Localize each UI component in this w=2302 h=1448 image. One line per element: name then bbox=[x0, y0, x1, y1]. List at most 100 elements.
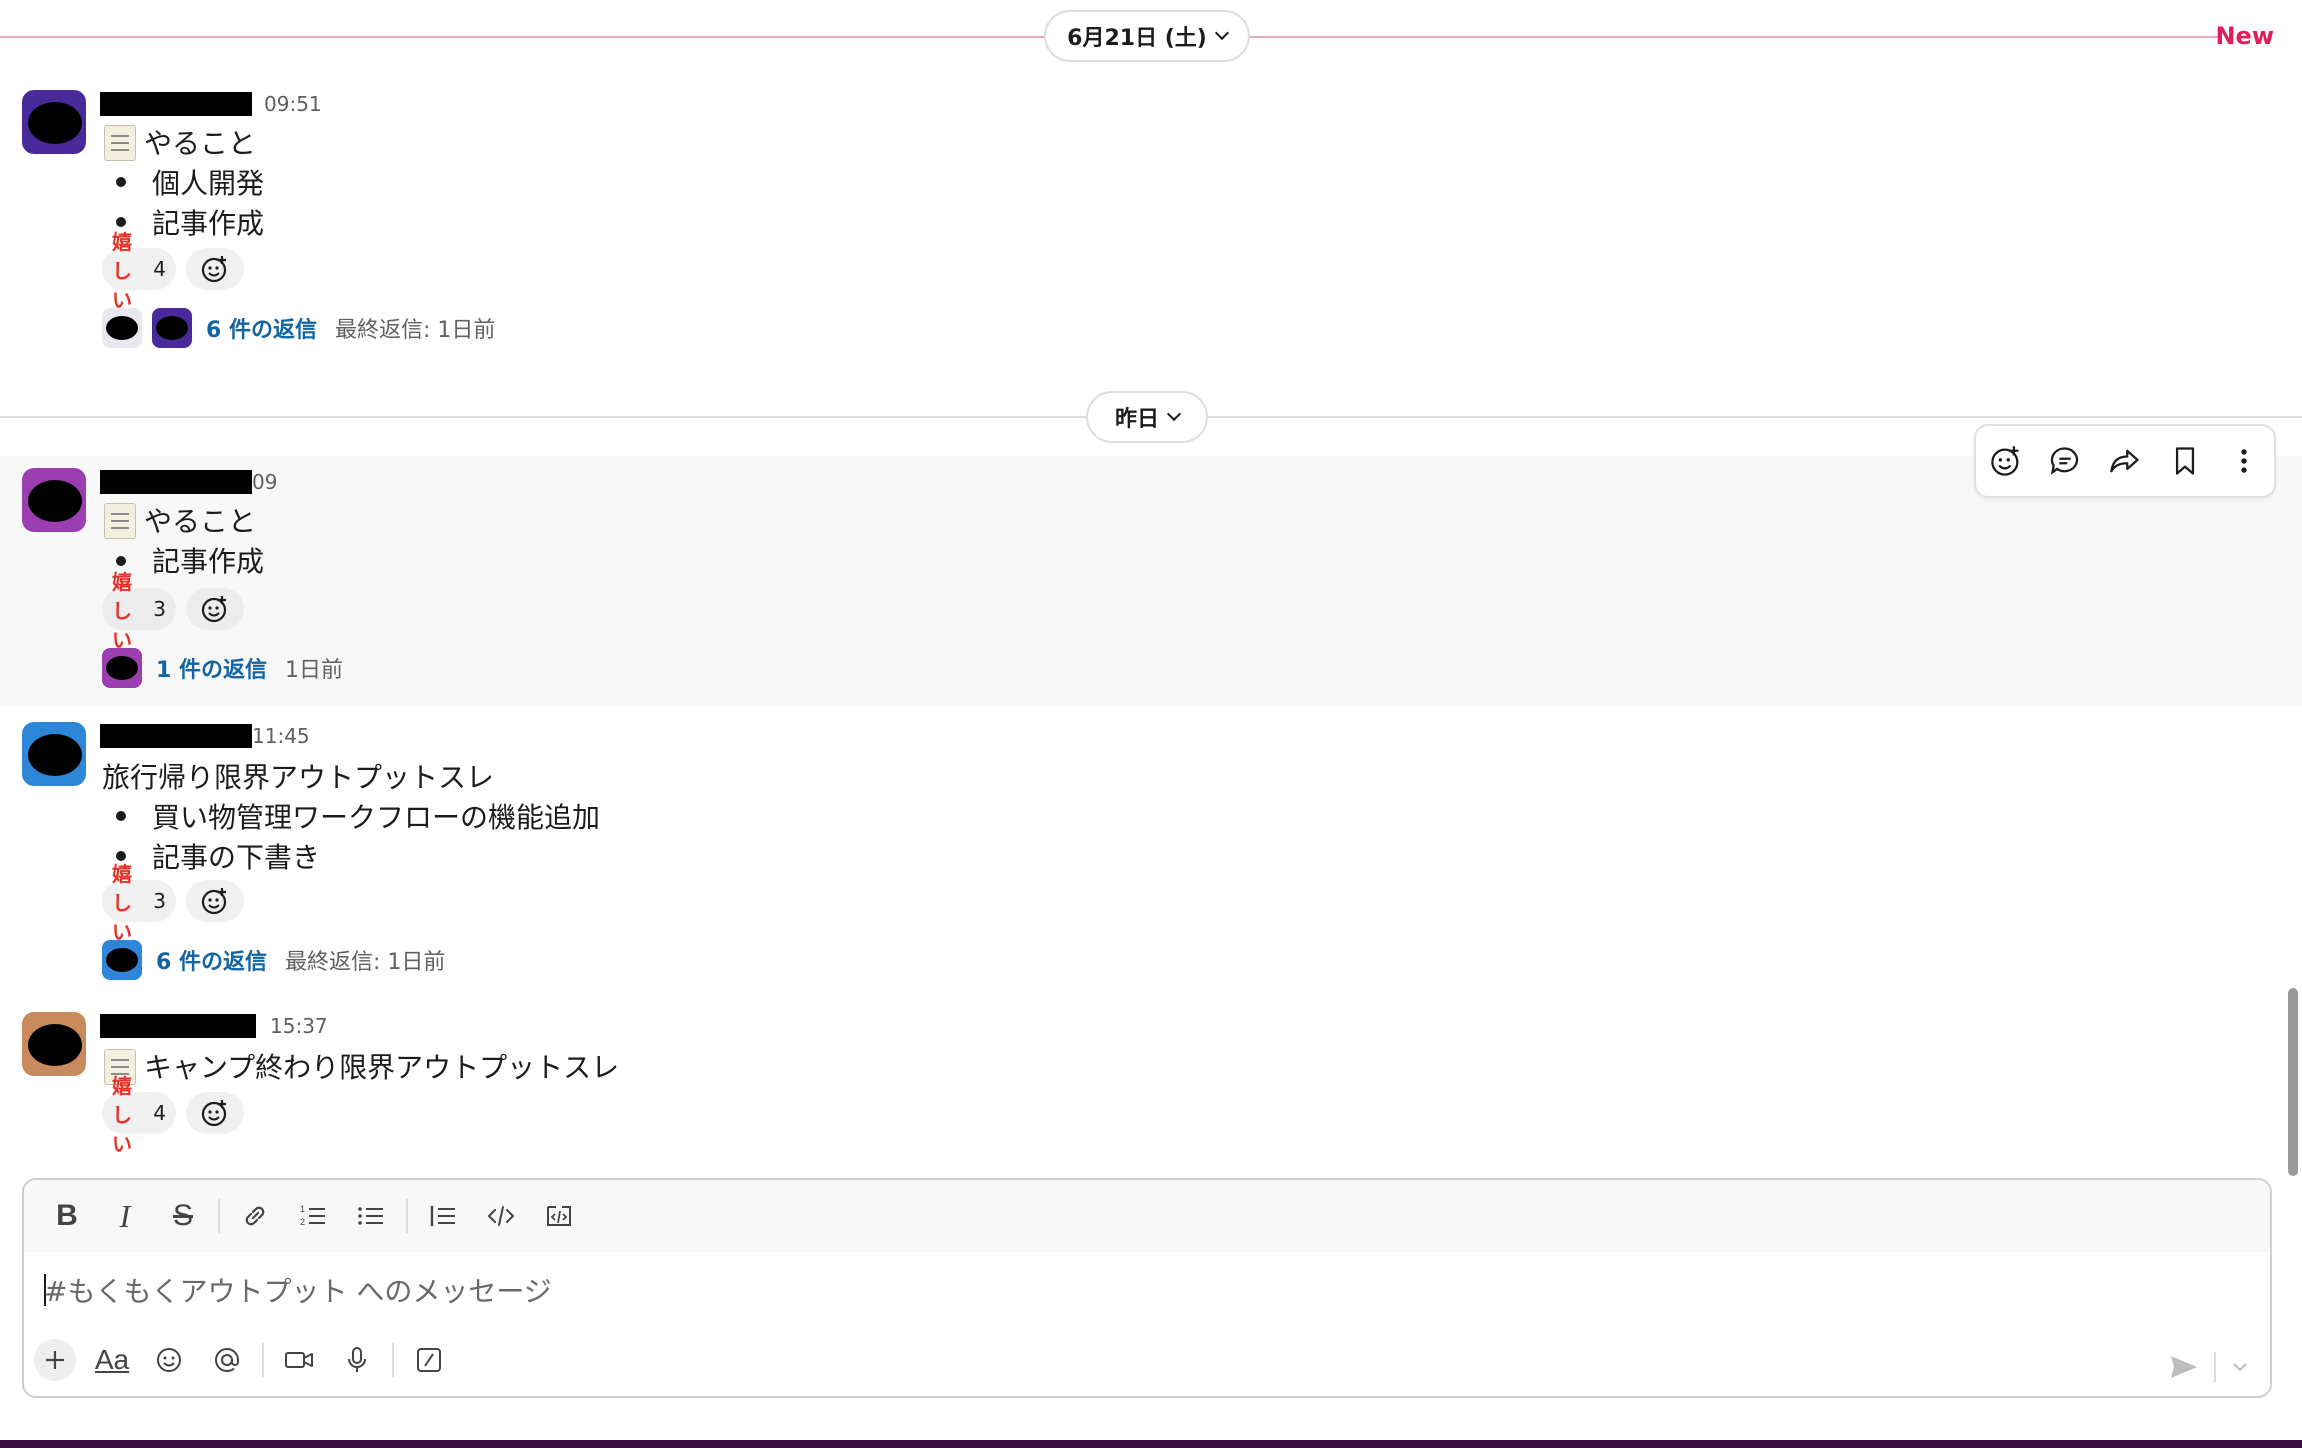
list-item: 個人開発 bbox=[152, 167, 265, 200]
reaction-pill[interactable]: 嬉しい 4 bbox=[102, 230, 176, 312]
sender-name-redacted[interactable] bbox=[100, 1014, 256, 1038]
add-reaction-button[interactable] bbox=[186, 880, 244, 922]
message-title: 旅行帰り限界アウトプットスレ bbox=[102, 761, 495, 794]
plus-button[interactable] bbox=[34, 1339, 76, 1381]
reply-count-link[interactable]: 6 件の返信 bbox=[206, 312, 317, 344]
emoji-icon bbox=[157, 1348, 181, 1372]
link-icon bbox=[245, 1206, 265, 1226]
slash-command-button[interactable] bbox=[400, 1332, 458, 1388]
bold-icon: B bbox=[56, 1199, 78, 1232]
reply-meta: 最終返信: 1日前 bbox=[334, 318, 496, 343]
ordered-list-button[interactable]: 12 bbox=[284, 1188, 342, 1244]
add-reaction-icon bbox=[201, 596, 227, 623]
reaction-count: 4 bbox=[153, 257, 166, 281]
thread-replies[interactable]: 6 件の返信 最終返信: 1日前 bbox=[102, 938, 445, 982]
reply-thread-icon[interactable] bbox=[2048, 444, 2082, 478]
reaction-count: 3 bbox=[153, 889, 166, 913]
format-text-button[interactable]: Aa bbox=[84, 1332, 140, 1388]
message-input[interactable]: #もくもくアウトプット へのメッセージ bbox=[44, 1270, 552, 1310]
video-icon bbox=[285, 1352, 313, 1368]
bold-button[interactable]: B bbox=[38, 1188, 96, 1244]
toolbar-separator bbox=[218, 1199, 220, 1233]
message-time[interactable]: 09:51 bbox=[264, 92, 322, 116]
reply-count-link[interactable]: 1 件の返信 bbox=[156, 652, 267, 684]
list-item: 記事作成 bbox=[152, 545, 265, 578]
composer-bottom-bar: Aa bbox=[34, 1332, 458, 1388]
blockquote-button[interactable] bbox=[414, 1188, 472, 1244]
message-time[interactable]: 15:37 bbox=[270, 1014, 328, 1038]
link-button[interactable] bbox=[226, 1188, 284, 1244]
message-title: やること bbox=[104, 500, 256, 541]
add-reaction-icon bbox=[201, 1100, 227, 1127]
reply-meta: 最終返信: 1日前 bbox=[284, 950, 446, 975]
microphone-button[interactable] bbox=[328, 1332, 386, 1388]
code-icon bbox=[487, 1206, 515, 1226]
date-divider-pill[interactable]: 昨日 bbox=[1086, 391, 1208, 443]
send-separator bbox=[2214, 1352, 2216, 1382]
message-title: やること bbox=[104, 122, 256, 163]
reply-count-link[interactable]: 6 件の返信 bbox=[156, 944, 267, 976]
italic-button[interactable]: I bbox=[96, 1188, 154, 1244]
avatar[interactable] bbox=[22, 1012, 86, 1076]
message-time[interactable]: 09 bbox=[252, 470, 277, 494]
bullet-list-button[interactable] bbox=[342, 1188, 400, 1244]
reaction-emoji: 嬉しい bbox=[112, 229, 132, 312]
window-footer-strip bbox=[0, 1440, 2302, 1448]
reaction-count: 3 bbox=[153, 597, 166, 621]
reaction-pill[interactable]: 嬉しい 3 bbox=[102, 862, 176, 944]
message: 09:51 やること 個人開発 記事作成 嬉しい 4 6 件の返信 最終返信: … bbox=[0, 0, 2302, 360]
forward-icon[interactable] bbox=[2108, 444, 2142, 478]
bookmark-icon[interactable] bbox=[2168, 444, 2202, 478]
microphone-icon bbox=[348, 1347, 366, 1372]
format-text-icon: Aa bbox=[94, 1344, 130, 1375]
sender-name-redacted[interactable] bbox=[100, 92, 252, 116]
mention-icon bbox=[215, 1348, 239, 1372]
thread-replies[interactable]: 1 件の返信 1日前 bbox=[102, 646, 343, 690]
reply-avatar bbox=[152, 308, 192, 348]
send-button[interactable] bbox=[2168, 1352, 2200, 1382]
reaction-emoji: 嬉しい bbox=[112, 1073, 132, 1156]
sender-name-redacted[interactable] bbox=[100, 470, 252, 494]
mention-button[interactable] bbox=[198, 1332, 256, 1388]
message: 15:37 キャンプ終わり限界アウトプットスレ 嬉しい 4 bbox=[0, 996, 2302, 1156]
add-reaction-icon bbox=[201, 256, 227, 283]
reaction-pill[interactable]: 嬉しい 4 bbox=[102, 1074, 176, 1156]
formatting-toolbar: B I S 12 bbox=[24, 1180, 2270, 1252]
video-button[interactable] bbox=[270, 1332, 328, 1388]
list-item: 記事作成 bbox=[152, 207, 265, 240]
add-reaction-button[interactable] bbox=[186, 588, 244, 630]
ordered-list-icon: 12 bbox=[300, 1204, 325, 1227]
reaction-pill[interactable]: 嬉しい 3 bbox=[102, 570, 176, 652]
emoji-button[interactable] bbox=[140, 1332, 198, 1388]
code-block-icon bbox=[547, 1206, 571, 1226]
chevron-down-icon bbox=[1166, 406, 1182, 422]
svg-text:2: 2 bbox=[300, 1217, 305, 1227]
send-options-button[interactable] bbox=[2230, 1357, 2250, 1377]
message-hovered: 09 やること 記事作成 嬉しい 3 1 件の返信 1日前 bbox=[0, 456, 2302, 706]
code-block-button[interactable] bbox=[530, 1188, 588, 1244]
add-reaction-icon[interactable] bbox=[1989, 444, 2023, 478]
thread-replies[interactable]: 6 件の返信 最終返信: 1日前 bbox=[102, 306, 495, 350]
add-reaction-button[interactable] bbox=[186, 1092, 244, 1134]
message: 11:45 旅行帰り限界アウトプットスレ 買い物管理ワークフローの機能追加 記事… bbox=[0, 706, 2302, 996]
date-divider-label: 昨日 bbox=[1114, 407, 1159, 432]
sender-name-redacted[interactable] bbox=[100, 724, 252, 748]
avatar[interactable] bbox=[22, 90, 86, 154]
code-button[interactable] bbox=[472, 1188, 530, 1244]
scrollbar-thumb[interactable] bbox=[2288, 988, 2298, 1176]
italic-icon: I bbox=[119, 1197, 131, 1234]
reaction-count: 4 bbox=[153, 1101, 166, 1125]
message-time[interactable]: 11:45 bbox=[252, 724, 310, 748]
more-actions-icon[interactable] bbox=[2227, 444, 2261, 478]
avatar[interactable] bbox=[22, 722, 86, 786]
slash-command-icon bbox=[417, 1348, 441, 1372]
strikethrough-button[interactable]: S bbox=[154, 1188, 212, 1244]
reply-avatar bbox=[102, 648, 142, 688]
chevron-down-icon bbox=[2233, 1363, 2247, 1372]
add-reaction-button[interactable] bbox=[186, 248, 244, 290]
toolbar-separator bbox=[406, 1199, 408, 1233]
toolbar-separator bbox=[392, 1343, 394, 1377]
reply-avatar bbox=[102, 308, 142, 348]
avatar[interactable] bbox=[22, 468, 86, 532]
reaction-emoji: 嬉しい bbox=[112, 861, 132, 944]
